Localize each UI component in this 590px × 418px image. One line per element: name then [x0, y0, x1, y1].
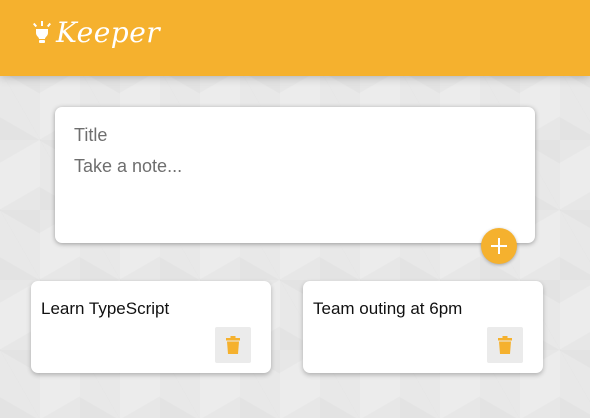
app-header: Keeper	[0, 0, 590, 76]
trash-icon	[226, 336, 240, 354]
note-title: Team outing at 6pm	[313, 299, 463, 318]
delete-note-button[interactable]	[487, 327, 523, 363]
add-note-button[interactable]	[481, 228, 517, 264]
create-note-form	[55, 107, 535, 243]
note-title: Learn TypeScript	[41, 299, 170, 318]
note-card: Learn TypeScript	[31, 281, 271, 373]
plus-icon	[490, 237, 508, 255]
app-title: Keeper	[56, 16, 161, 49]
note-title-input[interactable]	[74, 125, 514, 146]
trash-icon	[498, 336, 512, 354]
note-card: Team outing at 6pm	[303, 281, 543, 373]
lightbulb-icon	[32, 21, 52, 45]
delete-note-button[interactable]	[215, 327, 251, 363]
note-content-input[interactable]	[74, 156, 514, 226]
